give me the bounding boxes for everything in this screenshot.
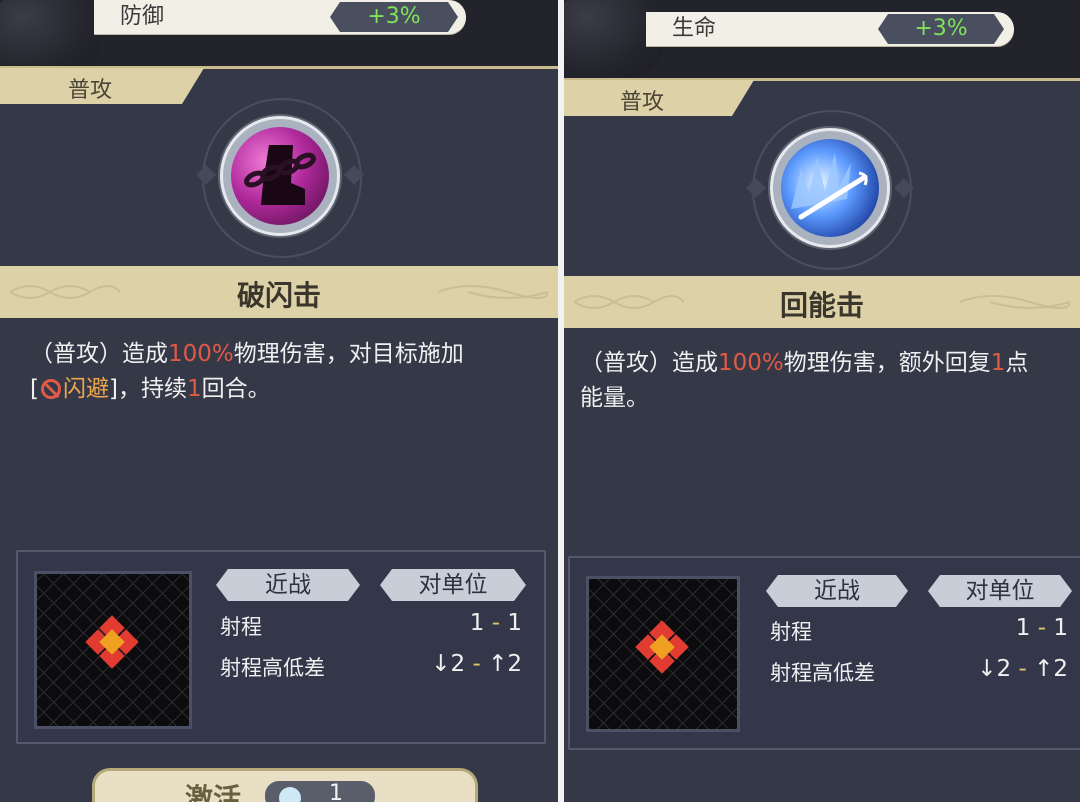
attack-type-tag: 普攻 bbox=[0, 68, 204, 104]
skill-name: 回能击 bbox=[779, 289, 864, 322]
skill-icon[interactable] bbox=[220, 116, 340, 236]
activate-cost: 1 bbox=[265, 781, 375, 802]
attack-type-label: 普攻 bbox=[620, 90, 665, 115]
attack-type-tag: 普攻 bbox=[564, 80, 754, 116]
stat-name: 防御 bbox=[120, 4, 165, 29]
range-value: 1 - 1 bbox=[1015, 615, 1068, 641]
skill-panel-right: 生命 +3% 普攻 回能击 （普攻）造成100%物理伤害，额外回复1点 能量。 bbox=[564, 0, 1080, 802]
desc-text: 物理伤害，额外回复 bbox=[783, 350, 991, 376]
skill-name-bar: 破闪击 bbox=[0, 266, 558, 318]
stat-value: +3% bbox=[878, 14, 1004, 44]
skill-icon[interactable] bbox=[770, 128, 890, 248]
desc-text: 物理伤害，对目标施加 bbox=[233, 341, 464, 367]
range-value: 1 - 1 bbox=[469, 610, 522, 636]
portrait-area: 防御 +3% bbox=[0, 0, 558, 68]
stat-value: +3% bbox=[330, 2, 458, 32]
range-grid bbox=[586, 576, 740, 732]
skill-description: （普攻）造成100%物理伤害，额外回复1点 能量。 bbox=[580, 346, 1080, 416]
portrait-area: 生命 +3% bbox=[564, 0, 1080, 80]
desc-text: ]，持续 bbox=[108, 376, 187, 402]
desc-text: 回合。 bbox=[201, 376, 271, 402]
range-label: 射程 bbox=[220, 615, 262, 639]
activate-button[interactable]: 激活 1 bbox=[92, 768, 478, 802]
attack-type-label: 普攻 bbox=[68, 78, 113, 103]
activate-count: 1 bbox=[329, 781, 343, 802]
desc-text: 能量。 bbox=[580, 385, 649, 411]
character-hair-decor bbox=[0, 0, 100, 68]
target-type-pill: 对单位 bbox=[928, 575, 1072, 607]
stat-bonus-bar: 防御 +3% bbox=[94, 0, 466, 34]
skill-name-bar: 回能击 bbox=[564, 276, 1080, 328]
chained-boot-icon bbox=[231, 127, 329, 225]
desc-percent: 100% bbox=[168, 341, 234, 367]
skill-description: （普攻）造成100%物理伤害，对目标施加 [ 闪避]，持续1回合。 bbox=[30, 337, 550, 407]
height-diff-label: 射程高低差 bbox=[770, 661, 875, 685]
stat-bonus-bar: 生命 +3% bbox=[646, 12, 1014, 46]
desc-percent: 100% bbox=[718, 350, 784, 376]
blue-blade-wave-icon bbox=[781, 139, 879, 237]
desc-text: （普攻）造成 bbox=[580, 350, 718, 376]
no-dodge-icon bbox=[40, 379, 61, 399]
skill-panel-left: 防御 +3% 普攻 破闪击 （普攻）造成100%物理伤害，对目标施加 [闪避]… bbox=[0, 0, 558, 802]
desc-text: 点 bbox=[1005, 350, 1029, 376]
stat-name: 生命 bbox=[672, 16, 717, 41]
activate-label: 激活 bbox=[185, 782, 242, 802]
status-effect-link[interactable]: 闪避 bbox=[63, 376, 109, 402]
attack-type-pill: 近战 bbox=[216, 569, 360, 601]
attack-type-pill: 近战 bbox=[766, 575, 908, 607]
desc-turns: 1 bbox=[186, 376, 202, 402]
desc-amount: 1 bbox=[990, 350, 1006, 376]
range-label: 射程 bbox=[770, 620, 812, 644]
desc-bracket: [ bbox=[30, 376, 39, 402]
height-diff-value: ↓2 - ↑2 bbox=[977, 656, 1068, 682]
crystal-icon bbox=[274, 782, 306, 802]
height-diff-label: 射程高低差 bbox=[220, 656, 325, 680]
range-grid bbox=[34, 571, 192, 729]
target-type-pill: 对单位 bbox=[380, 569, 526, 601]
desc-text: （普攻）造成 bbox=[30, 341, 168, 367]
skill-name: 破闪击 bbox=[236, 279, 321, 312]
height-diff-value: ↓2 - ↑2 bbox=[431, 651, 522, 677]
